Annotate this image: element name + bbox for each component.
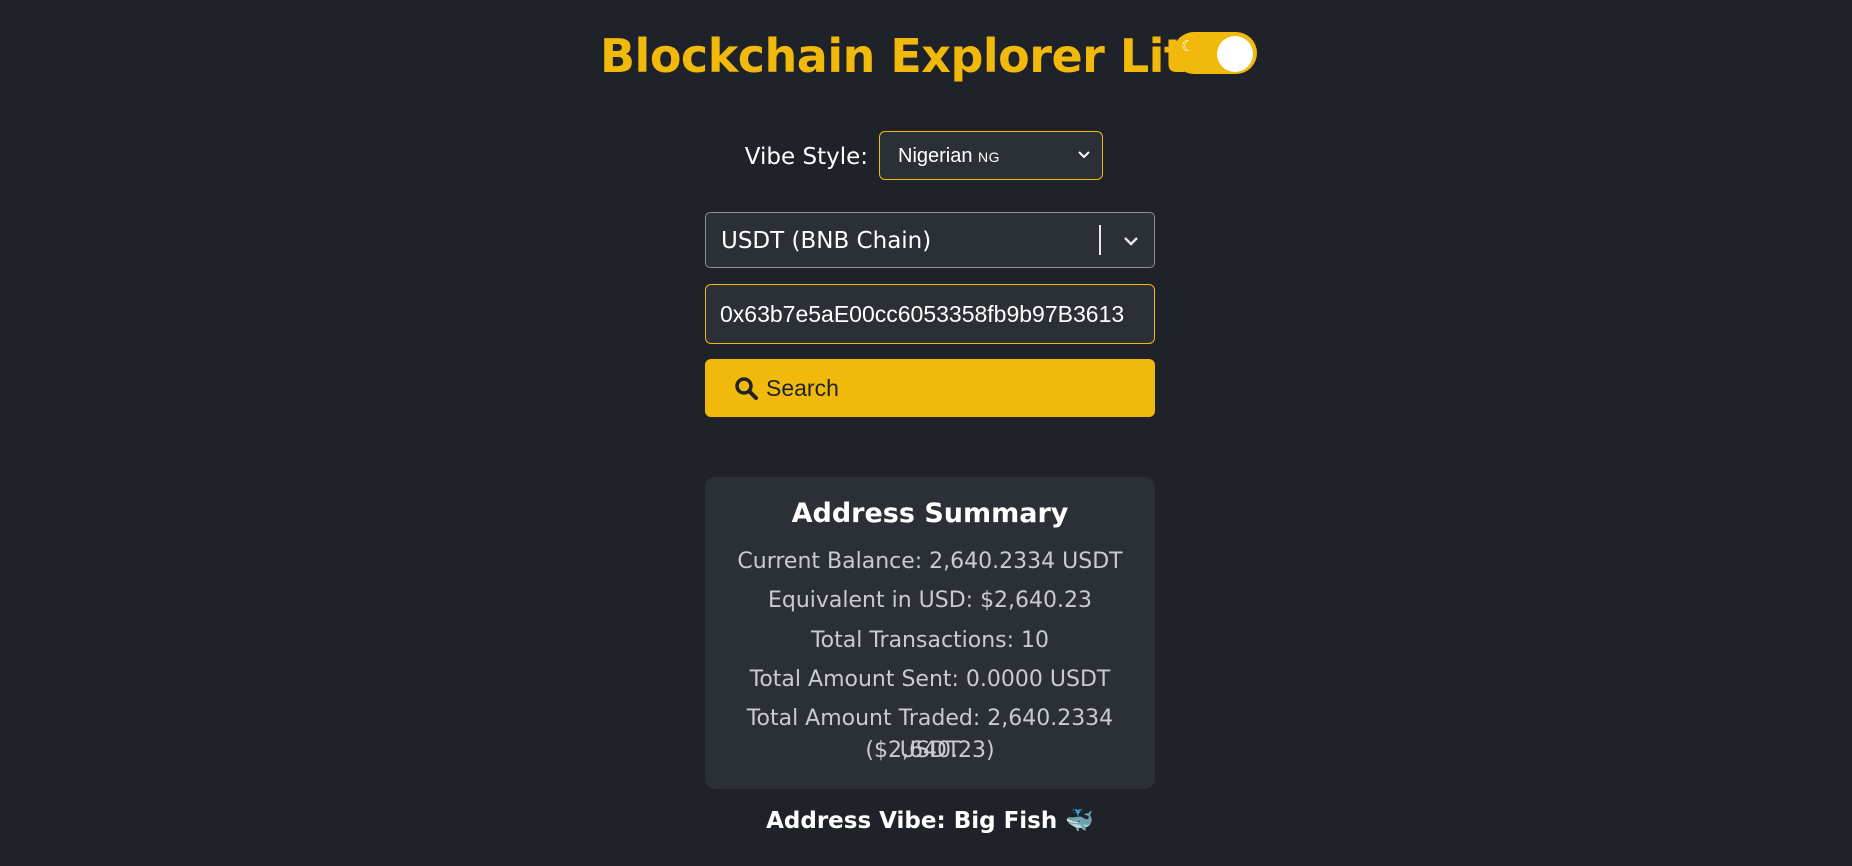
- vibe-style-value: Nigerian NG: [898, 145, 1000, 168]
- total-transactions: Total Transactions: 10: [810, 628, 1050, 653]
- moon-icon: ☾: [1181, 37, 1195, 55]
- theme-toggle[interactable]: ☾: [1173, 32, 1257, 74]
- summary-title: Address Summary: [791, 498, 1069, 529]
- address-input[interactable]: [705, 284, 1155, 344]
- vibe-style-selected: Nigerian: [898, 145, 973, 167]
- search-button[interactable]: Search: [705, 359, 1155, 417]
- select-divider: [1099, 225, 1101, 255]
- total-amount-traded-usd: ($2,640.23): [865, 738, 995, 763]
- toggle-knob: [1217, 36, 1253, 72]
- chain-select-value: USDT (BNB Chain): [721, 228, 932, 254]
- equivalent-usd: Equivalent in USD: $2,640.23: [767, 588, 1093, 613]
- total-amount-sent: Total Amount Sent: 0.0000 USDT: [749, 667, 1111, 692]
- search-button-label: Search: [766, 375, 839, 401]
- chevron-down-icon: [1078, 151, 1090, 159]
- current-balance: Current Balance: 2,640.2334 USDT: [737, 549, 1123, 574]
- vibe-style-row: Vibe Style: Nigerian NG: [0, 131, 1852, 182]
- chain-select[interactable]: USDT (BNB Chain): [705, 212, 1155, 268]
- address-vibe: Address Vibe: Big Fish 🐳: [766, 808, 1094, 834]
- vibe-style-label: Vibe Style:: [744, 144, 868, 170]
- page: Blockchain Explorer Lite ☾ Vibe Style: N…: [0, 0, 1852, 866]
- search-icon: [735, 377, 758, 400]
- page-title: Blockchain Explorer Lite: [600, 29, 1217, 83]
- chevron-down-icon[interactable]: [1122, 232, 1140, 250]
- header: Blockchain Explorer Lite ☾: [0, 26, 1852, 86]
- flag-icon: NG: [978, 149, 1001, 165]
- vibe-style-select[interactable]: Nigerian NG: [879, 131, 1103, 180]
- address-summary-card: Address Summary Current Balance: 2,640.2…: [705, 477, 1155, 789]
